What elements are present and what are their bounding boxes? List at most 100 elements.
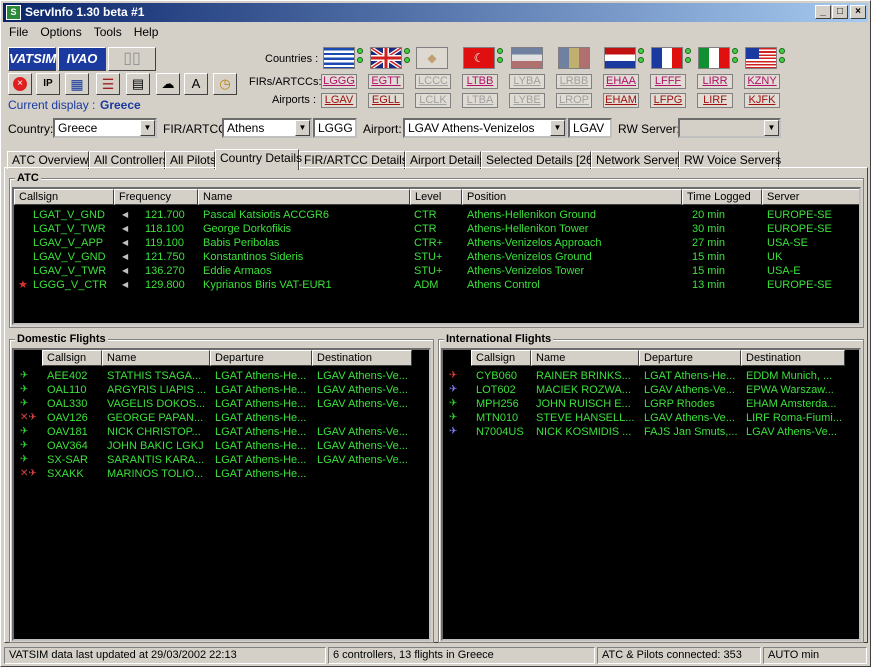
airport-code-3[interactable]: LTBA: [462, 93, 498, 108]
fir-code-9[interactable]: KZNY: [744, 74, 780, 89]
grid-icon[interactable]: ▦: [65, 73, 89, 95]
international-row[interactable]: ✈ LOT602 MACIEK ROZWA... LGAV Athens-Ve... E…: [443, 383, 859, 397]
airport-code-0[interactable]: LGAV: [321, 93, 357, 108]
international-row[interactable]: ✈ N7004US NICK KOSMIDIS ... FAJS Jan Smuts,…: [443, 425, 859, 439]
chevron-down-icon[interactable]: ▼: [550, 120, 565, 136]
domestic-flights-list[interactable]: Callsign Name Departure Destination ✈ AEE402 S…: [12, 348, 431, 641]
close-button[interactable]: ×: [850, 5, 866, 19]
atc-header-6[interactable]: Server: [762, 189, 859, 205]
atc-row[interactable]: ◀ LGAV_V_APP 119.100 Babis Peribolas CTR+ Ath…: [14, 236, 859, 250]
airport-code-1[interactable]: EGLL: [368, 93, 404, 108]
message-icon[interactable]: ▤: [126, 73, 150, 95]
flag-italy-icon[interactable]: [698, 47, 730, 69]
fir-code-field[interactable]: LGGG: [313, 118, 357, 138]
flag-romania-icon[interactable]: [558, 47, 590, 69]
domestic-row[interactable]: ✈ AEE402 STATHIS TSAGA... LGAT Athens-He...…: [14, 369, 429, 383]
atc-header-2[interactable]: Name: [198, 189, 410, 205]
fir-code-1[interactable]: EGTT: [368, 74, 404, 89]
flag-france-icon[interactable]: [651, 47, 683, 69]
international-row[interactable]: ✈ MTN010 STEVE HANSELL... LGAV Athens-Ve...…: [443, 411, 859, 425]
airport-code-5[interactable]: LROP: [556, 93, 592, 108]
flag-cyprus-icon[interactable]: ◆: [416, 47, 448, 69]
minimize-button[interactable]: _: [815, 5, 831, 19]
vatsim-button[interactable]: VATSIM: [8, 47, 56, 71]
fir-code-8[interactable]: LIRR: [697, 74, 733, 89]
flag-uk-icon[interactable]: [369, 46, 403, 70]
fir-code-5[interactable]: LRBB: [556, 74, 592, 89]
atc-row[interactable]: ◀ ★ LGGG_V_CTR 129.800 Kyprianos Biris VAT-E…: [14, 278, 859, 292]
flag-netherlands-icon[interactable]: [604, 47, 636, 69]
atc-cell: 13 min: [692, 279, 726, 291]
chevron-down-icon[interactable]: ▼: [764, 120, 779, 136]
airport-code-field[interactable]: LGAV: [568, 118, 612, 138]
atc-header-1[interactable]: Frequency: [114, 189, 198, 205]
clock-icon[interactable]: ◷: [213, 73, 237, 95]
international-cell: LGAV Athens-Ve...: [644, 384, 735, 396]
chevron-down-icon[interactable]: ▼: [140, 120, 155, 136]
flag-usa-icon[interactable]: [745, 47, 777, 69]
domestic-row[interactable]: ✕✈ SXAKK MARINOS TOLIO... LGAT Athens-He...: [14, 467, 429, 481]
domestic-row[interactable]: ✈ OAV181 NICK CHRISTOP... LGAT Athens-He...…: [14, 425, 429, 439]
flag-yugoslavia-icon[interactable]: [511, 47, 543, 69]
airport-code-8[interactable]: LIRF: [697, 93, 733, 108]
flag-greece-icon[interactable]: [323, 47, 355, 69]
atc-header-5[interactable]: Time Logged: [682, 189, 762, 205]
atc-header-0[interactable]: Callsign: [14, 189, 114, 205]
maximize-button[interactable]: □: [832, 5, 848, 19]
domestic-header-0[interactable]: Callsign: [42, 350, 102, 366]
fir-code-2[interactable]: LCCC: [415, 74, 451, 89]
ip-icon[interactable]: IP: [36, 73, 60, 95]
fir-select[interactable]: Athens ▼: [222, 118, 312, 138]
airport-code-6[interactable]: EHAM: [603, 93, 639, 108]
fir-code-3[interactable]: LTBB: [462, 74, 498, 89]
menu-file[interactable]: File: [3, 23, 34, 41]
atc-header-4[interactable]: Position: [462, 189, 682, 205]
domestic-row[interactable]: ✕✈ OAV126 GEORGE PAPAN... LGAT Athens-He...: [14, 411, 429, 425]
chevron-down-icon[interactable]: ▼: [295, 120, 310, 136]
international-header-0[interactable]: Callsign: [471, 350, 531, 366]
atc-header-3[interactable]: Level: [410, 189, 462, 205]
domestic-row[interactable]: ✈ OAL330 VAGELIS DOKOS... LGAT Athens-He...…: [14, 397, 429, 411]
atc-row[interactable]: ◀ LGAV_V_GND 121.750 Konstantinos Sideris ST…: [14, 250, 859, 264]
domestic-row[interactable]: ✈ SX-SAR SARANTIS KARA... LGAT Athens-He...…: [14, 453, 429, 467]
current-display-label: Current display :: [8, 98, 96, 112]
tab-3[interactable]: Country Details: [215, 149, 302, 170]
rw-server-select[interactable]: ▼: [678, 118, 781, 138]
airport-code-2[interactable]: LCLK: [415, 93, 451, 108]
international-header-2[interactable]: Departure: [639, 350, 741, 366]
domestic-header-1[interactable]: Name: [102, 350, 210, 366]
airport-code-4[interactable]: LYBE: [509, 93, 545, 108]
fir-code-0[interactable]: LGGG: [321, 74, 357, 89]
domestic-row[interactable]: ✈ OAV364 JOHN BAKIC LGKJ LGAT Athens-He... L…: [14, 439, 429, 453]
domestic-header-3[interactable]: Destination: [312, 350, 412, 366]
list-icon[interactable]: ☰: [96, 73, 120, 95]
international-flights-list[interactable]: Callsign Name Departure Destination ✈ CYB060 R…: [441, 348, 861, 641]
stop-icon[interactable]: ×: [8, 73, 32, 95]
country-select[interactable]: Greece ▼: [53, 118, 157, 138]
international-row[interactable]: ✈ CYB060 RAINER BRINKS... LGAT Athens-He...…: [443, 369, 859, 383]
domestic-row[interactable]: ✈ OAL110 ARGYRIS LIAPIS ... LGAT Athens-He.…: [14, 383, 429, 397]
international-row[interactable]: ✈ MPH256 JOHN RUISCH E... LGRP Rhodes EHAM A…: [443, 397, 859, 411]
international-header-3[interactable]: Destination: [741, 350, 845, 366]
domestic-header-2[interactable]: Departure: [210, 350, 312, 366]
weather-icon[interactable]: ☁: [156, 73, 180, 95]
international-header-1[interactable]: Name: [531, 350, 639, 366]
flag-turkey-icon[interactable]: ☾: [463, 47, 495, 69]
fir-code-4[interactable]: LYBA: [509, 74, 545, 89]
menu-tools[interactable]: Tools: [88, 23, 128, 41]
fir-code-7[interactable]: LFFF: [650, 74, 686, 89]
atc-row[interactable]: ◀ LGAV_V_TWR 136.270 Eddie Armaos STU+ Athens…: [14, 264, 859, 278]
airport-code-9[interactable]: KJFK: [744, 93, 780, 108]
atc-row[interactable]: ◀ LGAT_V_TWR 118.100 George Dorkofikis CTR At…: [14, 222, 859, 236]
airport-select[interactable]: LGAV Athens-Venizelos ▼: [403, 118, 567, 138]
airport-code-7[interactable]: LFPG: [650, 93, 686, 108]
ivao-button[interactable]: IVAO: [58, 47, 106, 71]
menu-options[interactable]: Options: [34, 23, 87, 41]
menu-help[interactable]: Help: [128, 23, 165, 41]
atc-list[interactable]: Callsign Frequency Name Level Position Time L…: [12, 187, 861, 325]
books-icon[interactable]: ▯▯: [108, 47, 156, 71]
font-icon[interactable]: A: [184, 73, 208, 95]
fir-code-6[interactable]: EHAA: [603, 74, 639, 89]
atc-row[interactable]: ◀ LGAT_V_GND 121.700 Pascal Katsiotis ACCGR…: [14, 208, 859, 222]
atc-cell: EUROPE-SE: [767, 279, 832, 291]
